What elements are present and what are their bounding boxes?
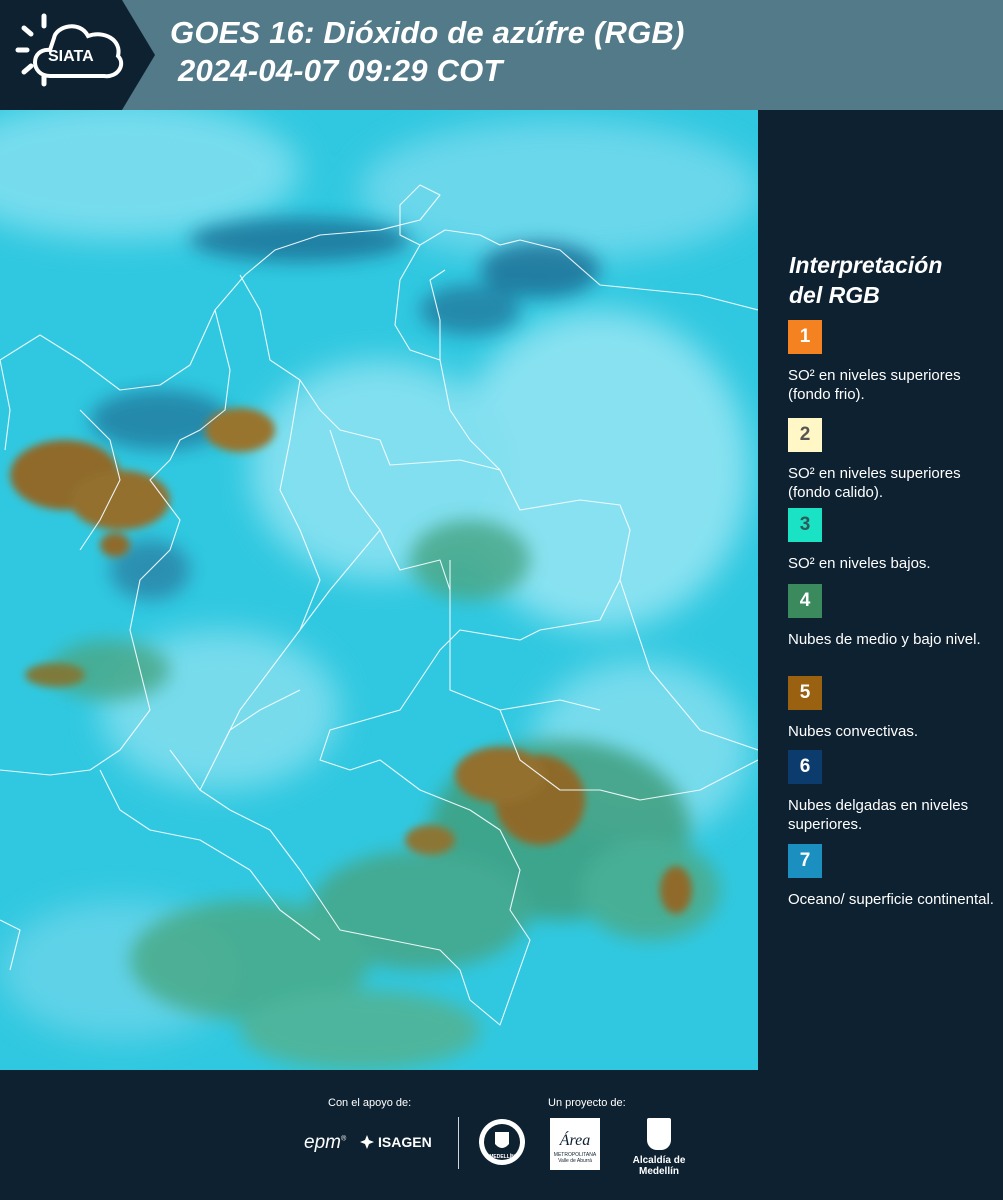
project-label: Un proyecto de: [548,1097,626,1109]
siata-logo: SIATA [0,0,155,110]
medellin-seal-logo: MEDELLÍN [478,1118,526,1166]
area-logo-text: Área [559,1132,591,1149]
legend-swatch: 4 [788,584,822,618]
legend-panel: Interpretación del RGB 1 SO² en niveles s… [760,110,1003,1070]
epm-logo-text: epm [304,1132,341,1153]
legend-item: 7 Oceano/ superficie continental. [788,844,998,909]
support-label: Con el apoyo de: [328,1097,412,1109]
legend-swatch: 1 [788,320,822,354]
isagen-icon [360,1135,374,1149]
legend-label: SO² en niveles superiores (fondo frio). [788,367,961,403]
legend-label: Nubes de medio y bajo nivel. [788,631,981,648]
title-line-1: GOES 16: Dióxido de azúfre (RGB) [170,15,685,50]
legend-title-line-1: Interpretación [789,252,943,278]
legend-swatch: 3 [788,508,822,542]
legend-swatch: 6 [788,750,822,784]
legend-label: Oceano/ superficie continental. [788,891,994,908]
medellin-seal-text: MEDELLÍN [489,1152,515,1160]
legend-swatch: 7 [788,844,822,878]
legend-swatch: 2 [788,418,822,452]
legend-item: 6 Nubes delgadas en niveles superiores. [788,750,998,834]
legend-label: SO² en niveles bajos. [788,555,931,572]
legend-item: 1 SO² en niveles superiores (fondo frio). [788,320,998,404]
legend-label: SO² en niveles superiores (fondo calido)… [788,465,961,501]
page-title: GOES 16: Dióxido de azúfre (RGB) 2024-04… [170,14,685,90]
alcaldia-shield-icon [647,1118,671,1150]
epm-logo: epm® [304,1132,347,1153]
legend-label: Nubes convectivas. [788,723,919,740]
legend-swatch: 5 [788,676,822,710]
legend-title: Interpretación del RGB [789,250,942,310]
satellite-map [0,110,758,1070]
legend-title-line-2: del RGB [789,282,880,308]
footer-divider [458,1117,459,1169]
header-bar: SIATA GOES 16: Dióxido de azúfre (RGB) 2… [0,0,1003,110]
title-line-2: 2024-04-07 09:29 COT [178,53,503,88]
footer: Con el apoyo de: Un proyecto de: epm® IS… [0,1070,1003,1200]
area-logo-sub2: Valle de Aburrá [558,1158,592,1164]
legend-item: 5 Nubes convectivas. [788,676,998,741]
isagen-text: ISAGEN [378,1134,432,1150]
alcaldia-medellin-logo: Alcaldía de Medellín [613,1118,705,1177]
legend-label: Nubes delgadas en niveles superiores. [788,797,969,833]
logo-text: SIATA [48,48,94,65]
legend-item: 2 SO² en niveles superiores (fondo calido… [788,418,998,502]
alcaldia-text: Alcaldía de Medellín [632,1155,686,1177]
area-metropolitana-logo: Área METROPOLITANA Valle de Aburrá [550,1118,600,1170]
legend-item: 3 SO² en niveles bajos. [788,508,998,573]
isagen-logo: ISAGEN [360,1134,432,1150]
legend-item: 4 Nubes de medio y bajo nivel. [788,584,998,649]
